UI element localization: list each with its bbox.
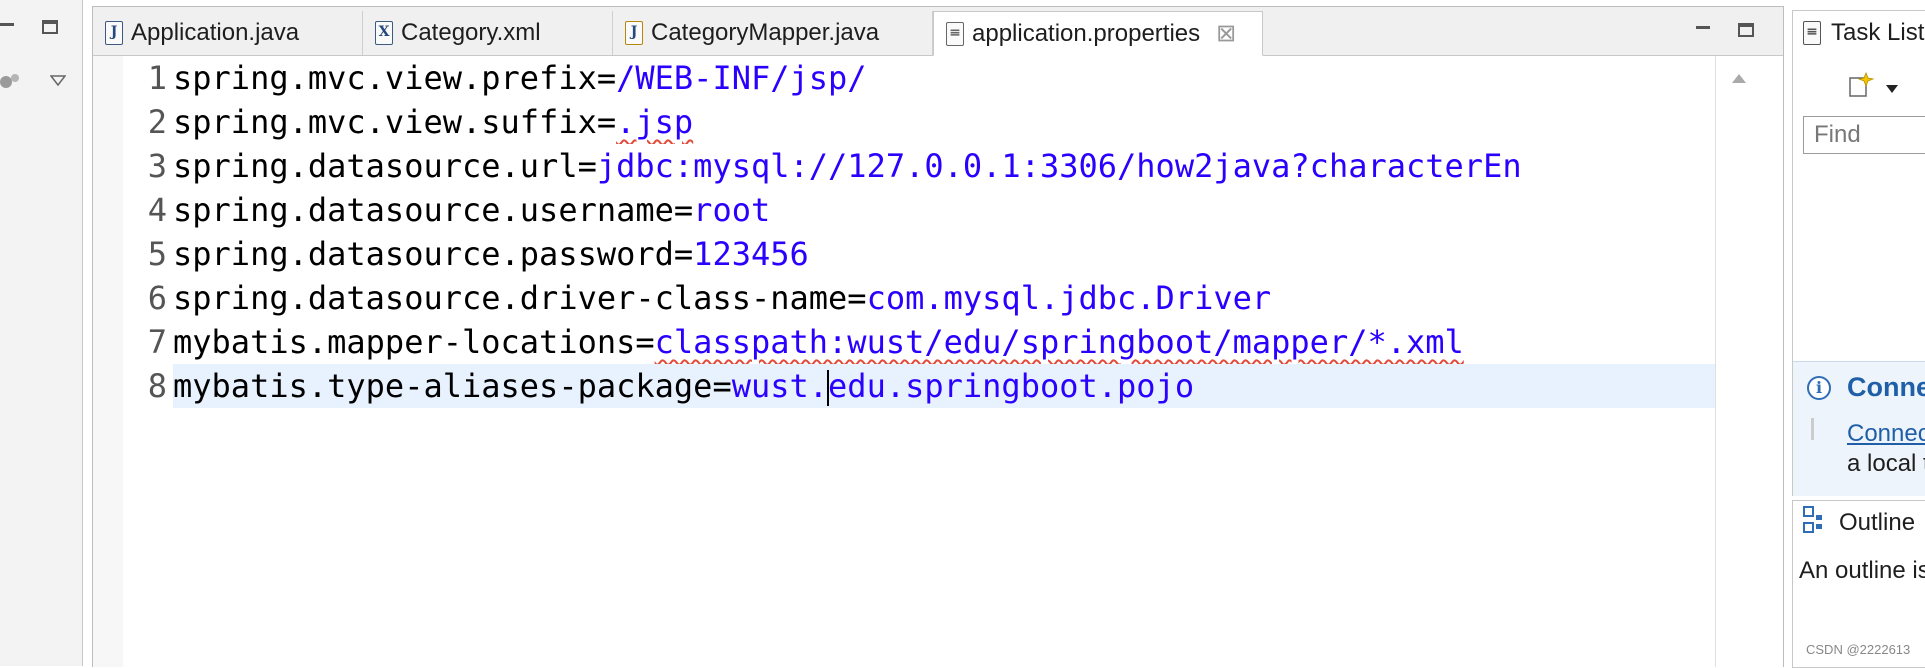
tab-application-properties[interactable]: ≡ application.properties ⊠ xyxy=(933,11,1263,56)
line-number: 4 xyxy=(147,191,167,229)
code-line[interactable]: mybatis.mapper-locations=classpath:wust/… xyxy=(173,320,1723,364)
line-number: 5 xyxy=(147,235,167,273)
property-value: jdbc:mysql://127.0.0.1:3306/how2java?cha… xyxy=(596,147,1522,185)
connect-mylyn-box: i Conne Connec a local t xyxy=(1793,361,1925,496)
line-number: 3 xyxy=(147,147,167,185)
new-task-icon[interactable] xyxy=(1847,71,1875,104)
tab-label: application.properties xyxy=(972,19,1201,47)
tab-outline[interactable]: Outline xyxy=(1793,501,1925,545)
code-line[interactable]: spring.datasource.driver-class-name=com.… xyxy=(173,276,1723,320)
editor-area: J Application.java X Category.xml J Cate… xyxy=(92,6,1784,667)
line-number: 1 xyxy=(147,59,167,97)
code-line[interactable]: spring.mvc.view.suffix=.jsp xyxy=(173,100,1723,144)
code-line[interactable]: spring.datasource.password=123456 xyxy=(173,232,1723,276)
line-number: 2 xyxy=(147,103,167,141)
maximize-icon[interactable] xyxy=(1738,23,1754,37)
minimize-icon[interactable] xyxy=(1696,26,1710,29)
tab-label: Application.java xyxy=(131,19,300,46)
line-number-ruler: 1 2 3 4 5 6 7 8 xyxy=(123,56,171,667)
line-number: 8 xyxy=(147,367,167,405)
info-icon: i xyxy=(1807,376,1831,400)
editor-gutter xyxy=(93,56,123,667)
task-list-icon: ≡ xyxy=(1803,21,1821,45)
code-line[interactable]: spring.datasource.username=root xyxy=(173,188,1723,232)
properties-file-icon: ≡ xyxy=(946,21,964,46)
property-value: .jsp xyxy=(616,103,694,141)
java-file-warning-icon: J xyxy=(625,21,643,45)
vertical-scrollbar[interactable] xyxy=(1715,56,1766,667)
code-text-area[interactable]: spring.mvc.view.prefix=/WEB-INF/jsp/ spr… xyxy=(173,56,1733,667)
connect-link[interactable]: Connec xyxy=(1847,420,1925,448)
tab-category-mapper-java[interactable]: J CategoryMapper.java xyxy=(613,11,933,55)
tab-label: CategoryMapper.java xyxy=(651,19,880,46)
property-key: spring.datasource.driver-class-name= xyxy=(173,279,867,317)
property-value: 123456 xyxy=(693,235,809,273)
current-code-line[interactable]: mybatis.type-aliases-package=wust.edu.sp… xyxy=(173,364,1723,408)
close-icon[interactable]: ⊠ xyxy=(1216,21,1236,46)
property-key: spring.datasource.url= xyxy=(173,147,597,185)
tab-category-xml[interactable]: X Category.xml xyxy=(363,11,613,55)
property-key: spring.mvc.view.suffix= xyxy=(173,103,617,141)
outline-title: Outline xyxy=(1839,509,1916,536)
property-key: mybatis.type-aliases-package= xyxy=(173,367,732,405)
dropdown-arrow-icon[interactable] xyxy=(1885,81,1899,99)
find-input[interactable]: Find xyxy=(1803,116,1925,154)
property-key: spring.mvc.view.prefix= xyxy=(173,59,617,97)
property-value-before-caret: wust. xyxy=(731,367,829,405)
task-list-panel: ≡ Task List Find i Conne Connec a local … xyxy=(1792,10,1925,496)
property-value: /WEB-INF/jsp/ xyxy=(616,59,867,97)
connect-description: a local t xyxy=(1847,450,1925,477)
line-number: 6 xyxy=(147,279,167,317)
scroll-up-arrow-icon[interactable] xyxy=(1732,74,1746,83)
property-key: mybatis.mapper-locations= xyxy=(173,323,655,361)
tab-task-list[interactable]: ≡ Task List xyxy=(1793,11,1925,55)
left-collapsed-panel xyxy=(0,0,83,666)
task-list-title: Task List xyxy=(1831,19,1925,46)
property-value: root xyxy=(693,191,771,229)
editor-tab-bar: J Application.java X Category.xml J Cate… xyxy=(93,7,1783,56)
divider xyxy=(1811,418,1814,440)
xml-file-icon: X xyxy=(375,21,393,45)
outline-message: An outline is xyxy=(1799,557,1925,584)
watermark: CSDN @2222613 xyxy=(1806,642,1911,657)
connect-title: Conne xyxy=(1847,372,1925,402)
tab-label: Category.xml xyxy=(401,19,541,46)
property-key: spring.datasource.username= xyxy=(173,191,694,229)
outline-icon xyxy=(1803,505,1829,541)
gears-icon xyxy=(0,70,22,92)
java-file-icon: J xyxy=(105,21,123,45)
view-menu-icon[interactable] xyxy=(49,74,67,92)
property-value: classpath:wust/edu/springboot/mapper/*.x… xyxy=(654,323,1464,361)
property-value: com.mysql.jdbc.Driver xyxy=(866,279,1272,317)
code-line[interactable]: spring.datasource.url=jdbc:mysql://127.0… xyxy=(173,144,1723,188)
line-number: 7 xyxy=(147,323,167,361)
property-key: spring.datasource.password= xyxy=(173,235,694,273)
maximize-icon[interactable] xyxy=(42,20,58,34)
tab-application-java[interactable]: J Application.java xyxy=(93,11,363,55)
minimize-icon[interactable] xyxy=(0,23,14,26)
property-value-after-caret: edu.springboot.pojo xyxy=(828,367,1195,405)
code-line[interactable]: spring.mvc.view.prefix=/WEB-INF/jsp/ xyxy=(173,56,1723,100)
